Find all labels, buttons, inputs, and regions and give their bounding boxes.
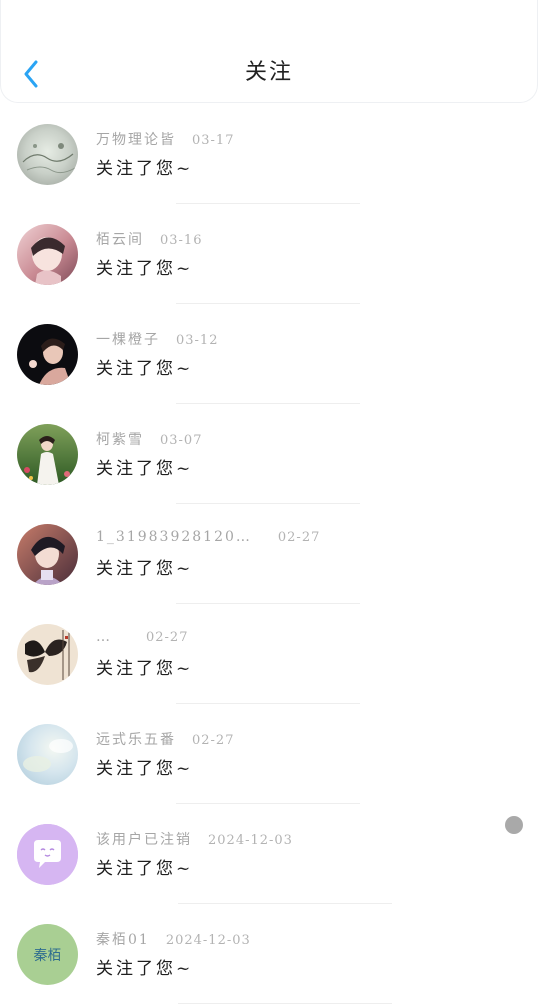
follow-date: 03-12 (176, 333, 219, 348)
follow-date: 03-16 (160, 233, 203, 248)
item-meta: … 02-27 (96, 629, 188, 645)
user-name[interactable]: 栢云间 (96, 229, 144, 249)
follow-date: 02-27 (146, 630, 189, 645)
item-meta: 柯紫雪 03-07 (96, 429, 202, 449)
follow-message: 关注了您~ (96, 459, 194, 479)
avatar[interactable] (17, 524, 78, 585)
avatar-text: 秦栢 (34, 948, 62, 964)
user-name[interactable]: … (96, 629, 112, 645)
avatar[interactable] (17, 124, 78, 185)
avatar[interactable] (17, 724, 78, 785)
user-name[interactable]: 一棵橙子 (96, 329, 160, 349)
list-item[interactable]: 万物理论皆 03-17 关注了您~ (0, 104, 540, 204)
follow-date: 03-07 (160, 433, 203, 448)
list-item[interactable]: 1_31983928120… 02-27 关注了您~ (0, 504, 540, 604)
list-item[interactable]: 远式乐五番 02-27 关注了您~ (0, 704, 540, 804)
item-meta: 栢云间 03-16 (96, 229, 202, 249)
follow-date: 2024-12-03 (165, 933, 251, 948)
list-item[interactable]: 一棵橙子 03-12 关注了您~ (0, 304, 540, 404)
item-meta: 远式乐五番 02-27 (96, 729, 234, 749)
follow-message: 关注了您~ (96, 559, 194, 579)
floating-handle[interactable] (505, 816, 523, 834)
follow-date: 02-27 (192, 733, 235, 748)
follow-message: 关注了您~ (96, 159, 194, 179)
divider (178, 1003, 392, 1004)
item-meta: 1_31983928120… 02-27 (96, 529, 320, 545)
avatar[interactable] (17, 324, 78, 385)
follow-date: 03-17 (192, 133, 235, 148)
list-item[interactable]: 栢云间 03-16 关注了您~ (0, 204, 540, 304)
user-name[interactable]: 该用户已注销 (96, 829, 192, 849)
list-item[interactable]: 该用户已注销 2024-12-03 关注了您~ (0, 804, 540, 904)
avatar[interactable] (17, 824, 78, 885)
avatar[interactable] (17, 624, 78, 685)
follow-message: 关注了您~ (96, 659, 194, 679)
page-title: 关注 (244, 60, 293, 85)
item-meta: 秦栢01 2024-12-03 (96, 929, 251, 949)
chat-bubble-icon (17, 824, 78, 885)
follow-message: 关注了您~ (96, 859, 194, 879)
user-name[interactable]: 柯紫雪 (96, 429, 144, 449)
follow-date: 2024-12-03 (208, 833, 293, 848)
item-meta: 一棵橙子 03-12 (96, 329, 218, 349)
avatar[interactable] (17, 424, 78, 485)
user-name[interactable]: 秦栢01 (96, 929, 150, 949)
user-name[interactable]: 远式乐五番 (96, 729, 176, 749)
item-meta: 该用户已注销 2024-12-03 (96, 829, 293, 849)
follow-message: 关注了您~ (96, 759, 194, 779)
list-item[interactable]: 秦栢 秦栢01 2024-12-03 关注了您~ (0, 904, 540, 1004)
top-bar: 关注 (0, 0, 538, 103)
follow-message: 关注了您~ (96, 959, 194, 979)
avatar[interactable]: 秦栢 (17, 924, 78, 985)
avatar[interactable] (17, 224, 78, 285)
follow-message: 关注了您~ (96, 359, 194, 379)
follow-date: 02-27 (277, 530, 321, 545)
user-name[interactable]: 1_31983928120… (96, 529, 252, 545)
follow-message: 关注了您~ (96, 259, 194, 279)
list-item[interactable]: 柯紫雪 03-07 关注了您~ (0, 404, 540, 504)
follower-list: 万物理论皆 03-17 关注了您~ 栢云间 03-16 关注了您~ 一棵橙子 0… (0, 104, 540, 1004)
list-item[interactable]: … 02-27 关注了您~ (0, 604, 540, 704)
user-name[interactable]: 万物理论皆 (96, 129, 176, 149)
item-meta: 万物理论皆 03-17 (96, 129, 234, 149)
